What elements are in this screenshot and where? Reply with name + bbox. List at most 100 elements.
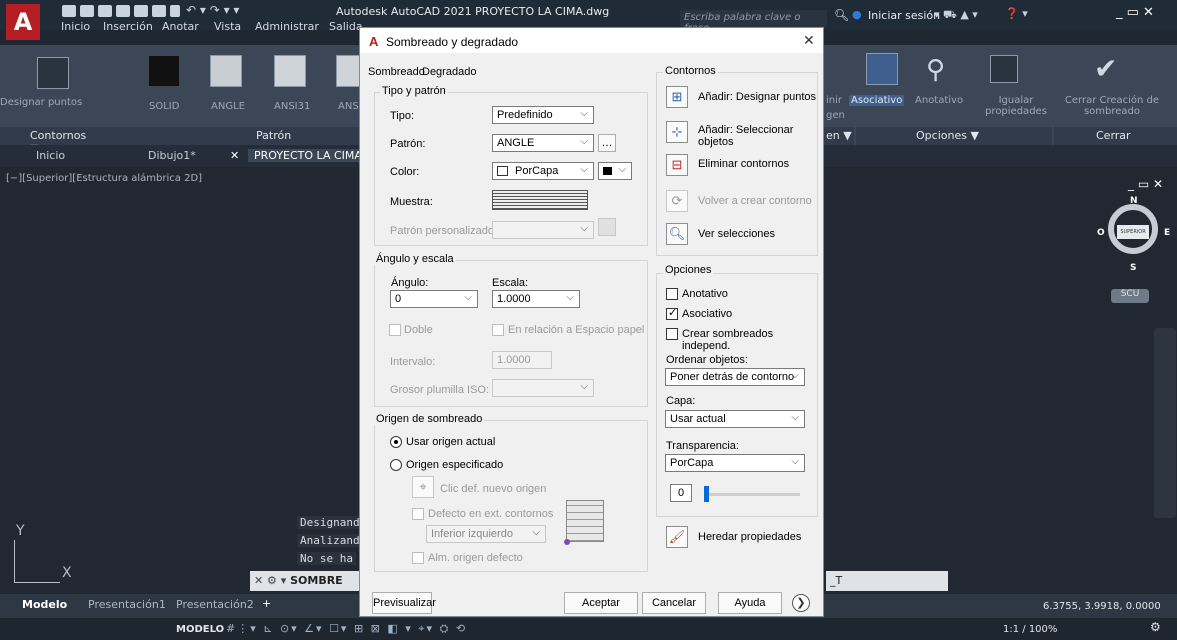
cerrar-panel[interactable]: Cerrar <box>1054 127 1177 145</box>
tab-anotar[interactable]: Anotar <box>162 20 199 33</box>
view-selections-icon[interactable]: 🔍︎ <box>666 223 688 245</box>
patron-personalizado-select <box>492 221 594 239</box>
inherit-properties-label[interactable]: Heredar propiedades <box>698 531 801 543</box>
origen-especificado-radio[interactable] <box>390 459 402 471</box>
command-input-right[interactable]: _T <box>826 571 948 591</box>
capa-select[interactable]: Usar actual <box>665 410 805 428</box>
new-file-icon[interactable] <box>62 5 76 17</box>
compass-s: S <box>1130 263 1137 273</box>
ordenar-select[interactable]: Poner detrás de contorno <box>665 368 805 386</box>
close-tab-icon[interactable]: ✕ <box>230 149 239 162</box>
viewport-controls[interactable]: [−][Superior][Estructura alámbrica 2D] <box>6 173 202 184</box>
tab-sombreado[interactable]: Sombreado <box>368 66 425 78</box>
en-panel[interactable]: en ▼ <box>824 127 854 145</box>
open-file-icon[interactable] <box>80 5 94 17</box>
ucs-menu[interactable]: SCU <box>1111 289 1149 303</box>
print-icon[interactable] <box>170 5 180 17</box>
model-space-button[interactable]: MODELO <box>176 624 224 635</box>
save-as-icon[interactable] <box>116 5 130 17</box>
tipo-select[interactable]: Predefinido <box>492 106 594 124</box>
view-selections-label[interactable]: Ver selecciones <box>698 228 775 240</box>
search-input[interactable]: Escriba palabra clave o frase <box>680 10 827 34</box>
plot-icon[interactable] <box>152 5 166 17</box>
preview-button[interactable]: Previsualizar <box>372 592 436 614</box>
match-properties-icon[interactable] <box>990 55 1018 83</box>
close-icon[interactable]: ✕ <box>803 32 815 49</box>
autocad-logo-icon[interactable]: A <box>6 4 40 40</box>
add-select-objects-icon[interactable]: ⊹ <box>666 121 688 143</box>
patron-select[interactable]: ANGLE <box>492 134 594 152</box>
tab-inicio[interactable]: Inicio <box>61 20 90 33</box>
independ-checkbox[interactable] <box>666 328 678 340</box>
escala-select[interactable]: 1.0000 <box>492 290 580 308</box>
tipo-label: Tipo: <box>390 110 415 122</box>
background-swatch-icon <box>603 167 612 175</box>
add-pick-points-label[interactable]: Añadir: Designar puntos <box>698 91 816 103</box>
cart-icon[interactable]: ▾ ⛟ ▲ ▾ <box>934 8 978 23</box>
tab-administrar[interactable]: Administrar <box>255 20 319 33</box>
group-angulo-escala-label: Ángulo y escala <box>374 253 456 265</box>
add-layout-button[interactable]: + <box>262 597 271 610</box>
viewport-window-controls-icon[interactable]: _ ▭ ✕ <box>1128 177 1163 191</box>
layout-tab-2[interactable]: Presentación2 <box>176 598 254 611</box>
tab-vista[interactable]: Vista <box>214 20 241 33</box>
command-input[interactable]: ✕ ⚙ ▾ SOMBRE <box>250 571 360 591</box>
tab-salida[interactable]: Salida <box>329 20 363 33</box>
anotativo-checkbox[interactable] <box>666 288 678 300</box>
transparencia-select[interactable]: PorCapa <box>665 454 805 472</box>
recreate-boundary-label: Volver a crear contorno <box>698 195 812 207</box>
layout-tab-model[interactable]: Modelo <box>22 598 67 611</box>
autocad-icon: A <box>369 34 379 49</box>
help-icon[interactable]: ❓ ▾ <box>1005 7 1028 20</box>
expand-chevron-icon[interactable]: ❯ <box>792 594 810 612</box>
asociativo-checkbox[interactable] <box>666 306 678 320</box>
compass-o: O <box>1097 228 1105 238</box>
grosor-select <box>492 379 594 397</box>
status-toggles-icon[interactable]: #⋮▾ ⊾ ⊙▾ ∠▾ ☐▾ ⊞ ⊠ ◧ ▾ ⌖▾ ⛭ ⟲ <box>226 622 467 636</box>
transparencia-slider-thumb[interactable] <box>704 486 709 502</box>
patron-panel[interactable]: Patrón <box>96 127 359 145</box>
associative-icon[interactable] <box>866 53 898 85</box>
usar-origen-actual-radio[interactable] <box>390 436 402 448</box>
contornos-panel[interactable]: Contornos ▼ <box>0 127 96 155</box>
checkmark-icon[interactable]: ✔ <box>1094 52 1117 85</box>
cancel-button[interactable]: Cancelar <box>642 592 706 614</box>
opciones-panel[interactable]: Opciones ▼ <box>856 127 1052 145</box>
window-controls-icon[interactable]: _ ▭ ✕ <box>1116 5 1154 20</box>
annotative-icon[interactable]: ⚲ <box>926 55 945 85</box>
save-icon[interactable] <box>98 5 112 17</box>
remove-boundaries-label[interactable]: Eliminar contornos <box>698 158 789 170</box>
layout-tab-1[interactable]: Presentación1 <box>88 598 166 611</box>
pick-points-icon[interactable] <box>37 57 69 89</box>
undo-icon[interactable]: ↶ ▾ ↷ ▾ ▾ <box>186 3 239 17</box>
file-tab-inicio[interactable]: Inicio <box>36 149 65 162</box>
inherit-properties-icon[interactable]: 🖌︎ <box>666 526 688 548</box>
annotation-scale[interactable]: 1:1 / 100% <box>1003 624 1057 635</box>
ok-button[interactable]: Aceptar <box>564 592 638 614</box>
viewcube-face[interactable]: SUPERIOR <box>1117 225 1149 239</box>
file-tab-dibujo1[interactable]: Dibujo1* <box>148 149 196 162</box>
patron-browse-button[interactable]: … <box>598 134 616 152</box>
file-tab-proyecto[interactable]: PROYECTO LA CIMA <box>248 149 368 162</box>
search-icon[interactable]: 🔍︎ <box>834 8 849 22</box>
add-pick-points-icon[interactable]: ⊞ <box>666 86 688 108</box>
add-select-objects-label[interactable]: Añadir: Seleccionar objetos <box>698 124 808 148</box>
pattern-ansi31-button[interactable] <box>274 55 306 87</box>
pattern-solid-button[interactable] <box>148 55 180 87</box>
publish-icon[interactable] <box>134 5 148 17</box>
group-tipo-patron-label: Tipo y patrón <box>380 85 448 97</box>
pattern-angle-button[interactable] <box>210 55 242 87</box>
login-button[interactable]: Iniciar sesión <box>868 9 940 22</box>
transparencia-value[interactable]: 0 <box>670 484 692 502</box>
help-button[interactable]: Ayuda <box>718 592 782 614</box>
navigation-bar[interactable] <box>1154 328 1176 518</box>
remove-boundaries-icon[interactable]: ⊟ <box>666 154 688 176</box>
associative-label[interactable]: Asociativo <box>849 95 905 106</box>
pattern-swatch[interactable] <box>492 190 588 210</box>
tab-insercion[interactable]: Inserción <box>103 20 153 33</box>
gear-icon[interactable]: ⚙ <box>1150 620 1161 634</box>
pattern-ans-button[interactable] <box>336 55 360 87</box>
angulo-select[interactable]: 0 <box>390 290 478 308</box>
tab-degradado[interactable]: Degradado <box>422 66 476 78</box>
transparencia-slider[interactable] <box>704 493 800 496</box>
